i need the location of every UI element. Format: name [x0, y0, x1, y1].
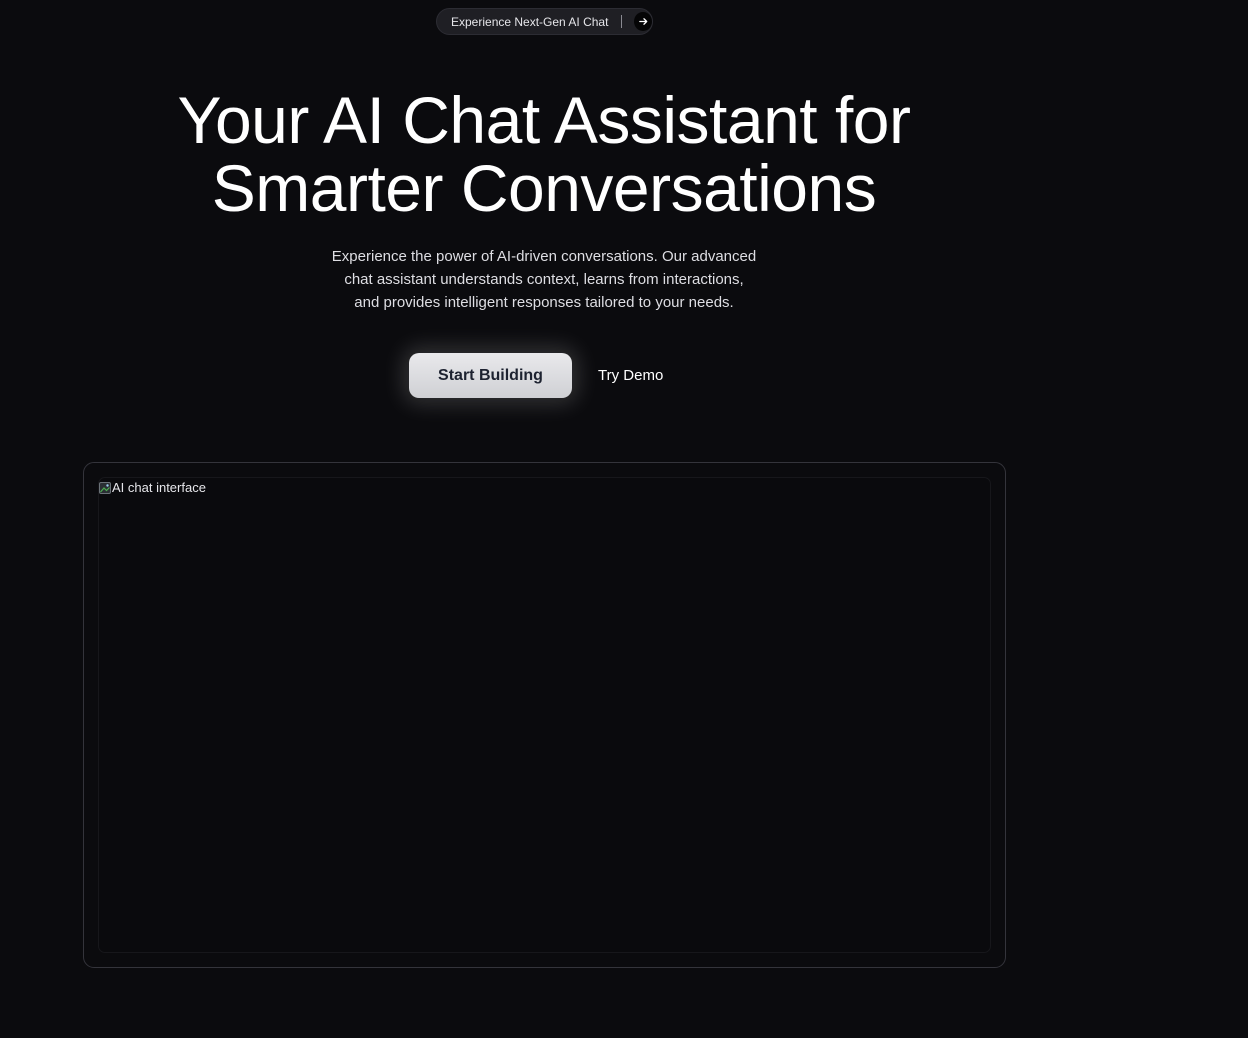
hero-description-line-2: chat assistant understands context, lear…: [344, 271, 744, 288]
hero-title-line-2: Smarter Conversations: [211, 151, 877, 225]
hero-description-line-1: Experience the power of AI-driven conver…: [331, 248, 757, 265]
arrow-right-icon[interactable]: [634, 12, 652, 31]
announcement-label: Experience Next-Gen AI Chat: [451, 14, 609, 29]
image-alt-text: AI chat interface: [112, 480, 206, 495]
preview-frame: AI chat interface: [83, 462, 1006, 968]
broken-image-icon: [99, 481, 111, 494]
hero-title: Your AI Chat Assistant for Smarter Conve…: [0, 86, 1088, 222]
hero-title-line-1: Your AI Chat Assistant for: [177, 83, 911, 157]
start-building-button[interactable]: Start Building: [409, 353, 572, 398]
hero-page: Experience Next-Gen AI Chat Your AI Chat…: [0, 0, 1248, 1038]
preview-image-container: AI chat interface: [98, 477, 991, 953]
try-demo-button[interactable]: Try Demo: [590, 353, 671, 398]
pill-divider: [621, 15, 623, 28]
hero-description-line-3: and provides intelligent responses tailo…: [354, 294, 734, 311]
chat-interface-image: AI chat interface: [99, 480, 206, 495]
announcement-pill[interactable]: Experience Next-Gen AI Chat: [436, 8, 653, 35]
hero-description: Experience the power of AI-driven conver…: [320, 245, 768, 314]
